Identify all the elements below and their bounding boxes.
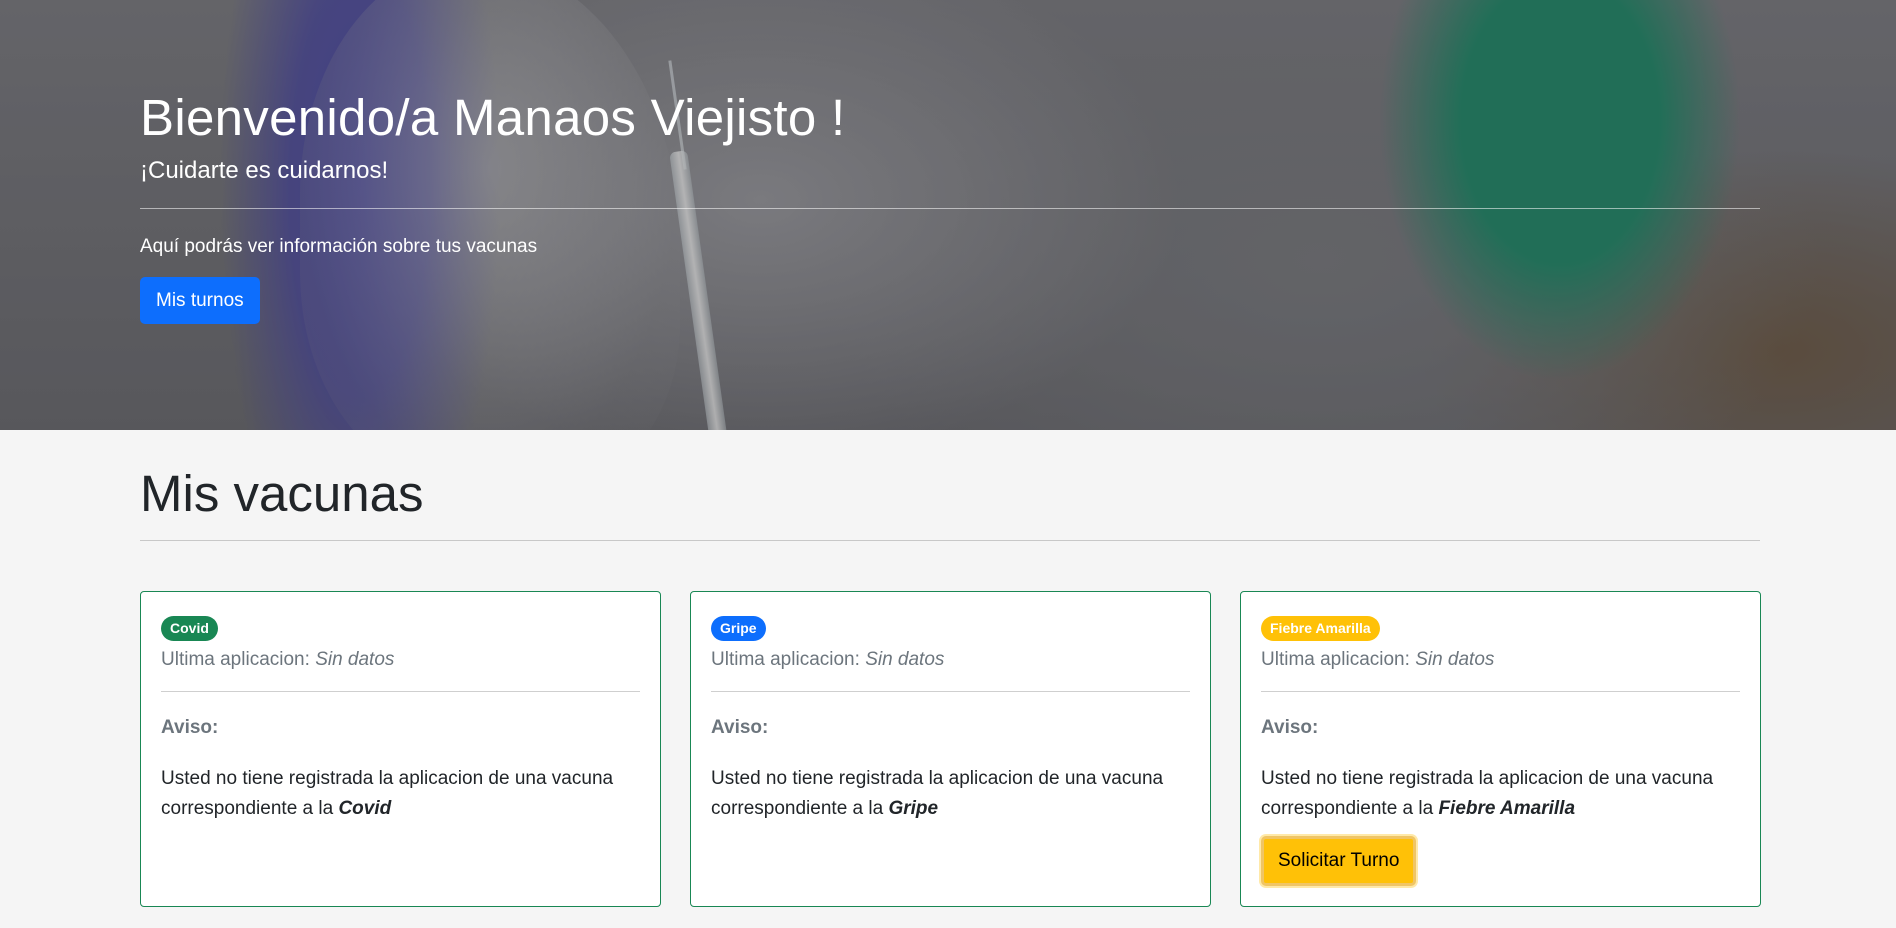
notice-label: Aviso: <box>711 717 769 738</box>
hero-divider <box>140 208 1760 209</box>
hero-banner: Bienvenido/a Manaos Viejisto ! ¡Cuidarte… <box>0 0 1896 430</box>
card-divider <box>711 691 1190 692</box>
notice-text: Usted no tiene registrada la aplicacion … <box>1261 764 1740 824</box>
card-divider <box>1261 691 1740 692</box>
last-application-value: Sin datos <box>1415 649 1495 670</box>
hero-info-text: Aquí podrás ver información sobre tus va… <box>140 236 538 257</box>
notice-text: Usted no tiene registrada la aplicacion … <box>711 764 1190 824</box>
mis-turnos-button[interactable]: Mis turnos <box>140 277 260 324</box>
solicitar-turno-button[interactable]: Solicitar Turno <box>1261 836 1417 886</box>
card-divider <box>161 691 640 692</box>
notice-vaccine-name: Gripe <box>888 798 939 819</box>
vaccine-card-fiebre-amarilla: Fiebre Amarilla Ultima aplicacion: Sin d… <box>1240 591 1761 907</box>
vaccine-badge: Covid <box>161 616 218 641</box>
vaccine-card-covid: Covid Ultima aplicacion: Sin datos Aviso… <box>140 591 661 907</box>
welcome-subtitle: ¡Cuidarte es cuidarnos! <box>140 157 389 184</box>
last-application: Ultima aplicacion: Sin datos <box>711 647 1190 673</box>
main-content: Mis vacunas Covid Ultima aplicacion: Sin… <box>140 430 1761 907</box>
last-application-label: Ultima aplicacion: <box>1261 649 1410 670</box>
section-title: Mis vacunas <box>140 465 424 522</box>
notice-label: Aviso: <box>161 717 219 738</box>
vaccine-card-gripe: Gripe Ultima aplicacion: Sin datos Aviso… <box>690 591 1211 907</box>
last-application-value: Sin datos <box>315 649 395 670</box>
vaccine-badge: Gripe <box>711 616 766 641</box>
last-application: Ultima aplicacion: Sin datos <box>161 647 640 673</box>
notice-text: Usted no tiene registrada la aplicacion … <box>161 764 640 824</box>
section-divider <box>140 540 1760 541</box>
hero-content: Bienvenido/a Manaos Viejisto ! ¡Cuidarte… <box>140 88 1760 324</box>
last-application-label: Ultima aplicacion: <box>711 649 860 670</box>
vaccine-cards: Covid Ultima aplicacion: Sin datos Aviso… <box>140 591 1761 907</box>
last-application-label: Ultima aplicacion: <box>161 649 310 670</box>
last-application-value: Sin datos <box>865 649 945 670</box>
welcome-title: Bienvenido/a Manaos Viejisto ! <box>140 89 846 146</box>
vaccine-badge: Fiebre Amarilla <box>1261 616 1380 641</box>
notice-label: Aviso: <box>1261 717 1319 738</box>
notice-vaccine-name: Fiebre Amarilla <box>1438 798 1576 819</box>
last-application: Ultima aplicacion: Sin datos <box>1261 647 1740 673</box>
notice-vaccine-name: Covid <box>338 798 392 819</box>
